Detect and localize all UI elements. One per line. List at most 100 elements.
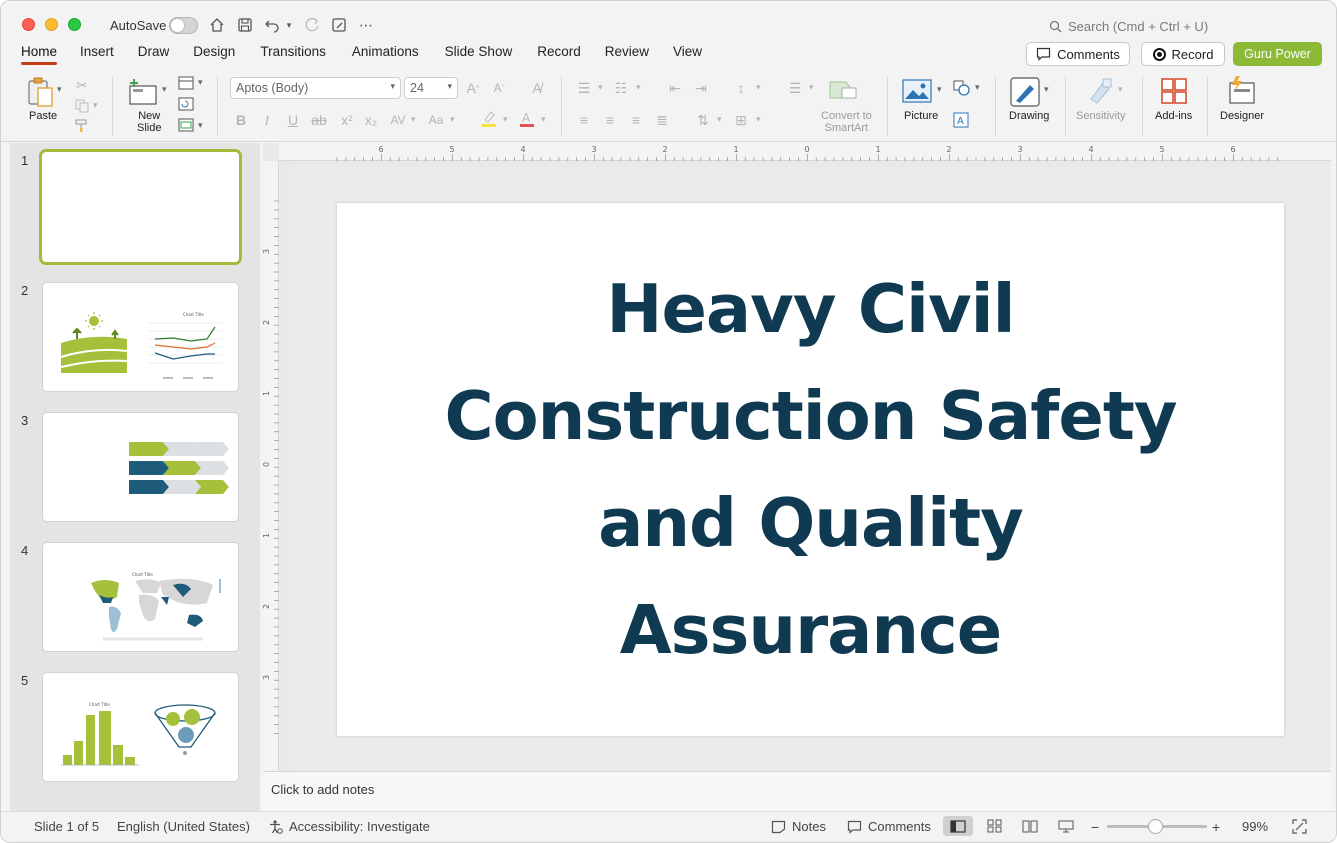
new-slide-icon[interactable] (127, 76, 159, 108)
current-slide[interactable]: Heavy Civil Construction Safety and Qual… (337, 203, 1284, 736)
ribbon-separator (112, 76, 113, 136)
chevron-down-icon: ▾ (450, 114, 455, 124)
status-bar: Slide 1 of 5 English (United States) Acc… (1, 811, 1336, 842)
superscript-icon: x² (341, 112, 353, 128)
language-indicator[interactable]: English (United States) (117, 819, 250, 834)
undo-dropdown-icon[interactable]: ▾ (282, 15, 296, 35)
chevron-down-icon: ▾ (756, 82, 761, 92)
slideshow-view-button[interactable] (1051, 816, 1081, 836)
search-box[interactable]: Search (Cmd + Ctrl + U) (1049, 19, 1208, 34)
designer-icon[interactable] (1225, 74, 1257, 106)
convert-smartart-label: Convert to SmartArt (821, 110, 872, 134)
convert-smartart-line2: SmartArt (824, 122, 869, 134)
ruler-label: 1 (263, 391, 271, 396)
slide-thumbnail-3[interactable] (42, 412, 239, 522)
notes-toggle-button[interactable]: Notes (771, 819, 826, 834)
slide-thumbnail-pane[interactable]: 1 2 Chart Title 3 4 Chart Title 5 Chart … (10, 143, 260, 811)
ruler-label: 1 (733, 145, 738, 154)
ribbon-home: ▾ Paste ✂ ▾ ▾ New Slide ▾ ▾ Aptos (Body)… (1, 70, 1336, 142)
addins-icon[interactable] (1159, 76, 1189, 106)
slide-sorter-view-button[interactable] (980, 816, 1010, 836)
tab-design[interactable]: Design (193, 44, 235, 59)
autosave-toggle[interactable] (169, 17, 198, 34)
tab-record[interactable]: Record (537, 44, 581, 59)
ruler-label: 6 (1230, 145, 1235, 154)
home-icon[interactable] (207, 15, 227, 35)
tab-review[interactable]: Review (605, 44, 649, 59)
section-icon[interactable] (177, 117, 195, 133)
slide-title[interactable]: Heavy Civil Construction Safety and Qual… (337, 203, 1284, 736)
change-case-icon: Aa (428, 113, 444, 127)
slide-thumbnail-1[interactable] (39, 149, 242, 265)
paste-dropdown-icon[interactable]: ▾ (57, 84, 62, 95)
shapes-dropdown-icon[interactable]: ▾ (975, 82, 980, 93)
underline-icon: U (287, 112, 299, 128)
new-slide-dropdown-icon[interactable]: ▾ (162, 84, 167, 95)
picture-icon[interactable] (902, 78, 932, 104)
textbox-icon[interactable]: A (952, 111, 970, 129)
shapes-icon[interactable] (952, 79, 972, 97)
tab-animations[interactable]: Animations (352, 44, 419, 59)
customize-icon[interactable] (329, 15, 349, 35)
section-dropdown-icon[interactable]: ▾ (198, 120, 203, 131)
ribbon-separator (995, 76, 996, 136)
layout-dropdown-icon[interactable]: ▾ (198, 77, 203, 88)
line-spacing-icon: ↕ (737, 80, 745, 96)
slide-thumbnail-5[interactable]: Chart Title (42, 672, 239, 782)
drawing-dropdown-icon[interactable]: ▾ (1044, 84, 1049, 95)
chevron-down-icon: ▾ (636, 82, 641, 92)
chevron-down-icon: ▾ (717, 114, 722, 124)
undo-icon[interactable] (262, 15, 282, 35)
tab-transitions[interactable]: Transitions (260, 44, 326, 59)
comments-toggle-button[interactable]: Comments (847, 819, 931, 834)
reading-view-button[interactable] (1015, 816, 1045, 836)
ruler-label: 2 (662, 145, 667, 154)
drawing-icon[interactable] (1009, 76, 1041, 108)
tab-draw[interactable]: Draw (138, 44, 170, 59)
ribbon-tabs: Home Insert Draw Design Transitions Anim… (21, 44, 702, 65)
fit-to-window-button[interactable] (1292, 819, 1307, 834)
slide-thumbnail-2[interactable]: Chart Title (42, 282, 239, 392)
ribbon-separator (1065, 76, 1066, 136)
autosave-label: AutoSave (110, 18, 167, 33)
zoom-level[interactable]: 99% (1242, 819, 1268, 834)
maximize-window-button[interactable] (68, 18, 81, 31)
normal-view-button[interactable] (943, 816, 973, 836)
new-slide-label: New Slide (137, 110, 161, 134)
zoom-out-icon[interactable]: − (1091, 819, 1099, 835)
paste-icon[interactable] (25, 76, 57, 108)
font-name-value: Aptos (Body) (236, 81, 309, 95)
align-center-icon: ≡ (605, 112, 615, 128)
slide-thumbnail-4[interactable]: Chart Title (42, 542, 239, 652)
close-window-button[interactable] (22, 18, 35, 31)
reset-slide-icon[interactable] (177, 96, 195, 112)
layout-icon[interactable] (177, 75, 195, 91)
zoom-in-icon[interactable]: + (1212, 819, 1220, 835)
zoom-slider-handle[interactable] (1148, 819, 1163, 834)
chevron-down-icon: ▾ (447, 81, 452, 91)
accessibility-checker[interactable]: Accessibility: Investigate (268, 819, 430, 834)
decrease-indent-icon: ⇤ (669, 79, 681, 96)
comments-button-label: Comments (1057, 46, 1120, 62)
record-button[interactable]: Record (1141, 42, 1225, 66)
format-painter-icon[interactable] (73, 117, 91, 135)
font-size-combo[interactable]: 24 ▾ (404, 77, 458, 99)
comments-button[interactable]: Comments (1026, 42, 1130, 66)
save-icon[interactable] (235, 15, 255, 35)
italic-icon: I (265, 112, 269, 128)
new-slide-label-line1: New (138, 110, 161, 122)
notes-pane[interactable]: Click to add notes (263, 771, 1331, 811)
cut-icon: ✂ (76, 76, 88, 93)
world-map-thumbnail-graphic: Chart Title (91, 572, 221, 641)
minimize-window-button[interactable] (45, 18, 58, 31)
copy-dropdown-icon: ▾ (93, 100, 98, 110)
picture-dropdown-icon[interactable]: ▾ (937, 84, 942, 95)
chevron-down-icon: ▾ (756, 114, 761, 124)
guru-power-button[interactable]: Guru Power (1233, 42, 1322, 66)
font-name-combo[interactable]: Aptos (Body) ▾ (230, 77, 401, 99)
tab-view[interactable]: View (673, 44, 702, 59)
tab-home[interactable]: Home (21, 44, 58, 65)
tab-insert[interactable]: Insert (80, 44, 114, 59)
tab-slide-show[interactable]: Slide Show (445, 44, 513, 59)
more-icon[interactable]: ⋯ (356, 15, 376, 35)
